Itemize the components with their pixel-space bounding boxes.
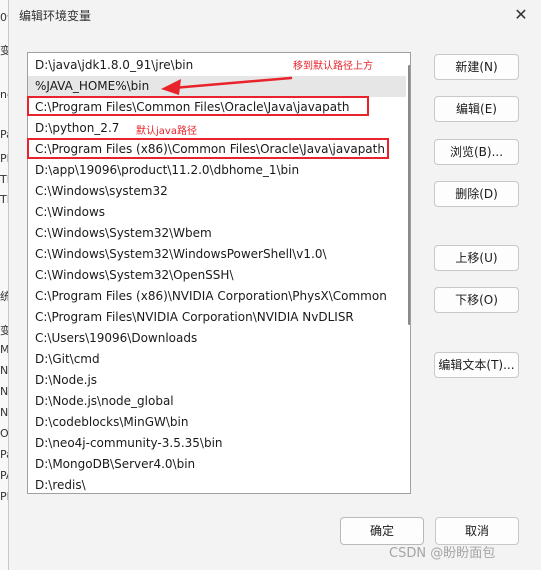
path-list-item[interactable]: D:\redis\ [28,475,406,493]
highlight-box-x86-javapath [27,138,389,159]
path-list-item[interactable]: D:\Node.js [28,370,406,391]
close-icon[interactable]: ✕ [510,4,532,26]
highlight-box-common-files-javapath [27,96,369,116]
edit-environment-variable-dialog: 编辑环境变量 ✕ D:\java\jdk1.8.0_91\jre\bin %JAV… [8,0,541,570]
delete-button[interactable]: 删除(D) [434,181,519,207]
path-list-item[interactable]: C:\Windows\System32\Wbem [28,223,406,244]
dialog-title: 编辑环境变量 [19,9,92,23]
path-list-item[interactable]: C:\Program Files (x86)\NVIDIA Corporatio… [28,286,406,307]
path-list-item[interactable]: D:\Git\cmd [28,349,406,370]
browse-button[interactable]: 浏览(B)... [434,139,519,165]
cancel-button[interactable]: 取消 [435,517,519,545]
title-bar[interactable]: 编辑环境变量 ✕ [9,0,541,30]
annotation-arrow-icon [161,76,293,95]
path-list-item[interactable]: D:\neo4j-community-3.5.35\bin [28,433,406,454]
annotation-default-java: 默认java路径 [136,126,197,137]
new-button[interactable]: 新建(N) [434,54,519,80]
watermark: CSDN @盼盼面包 [389,546,496,561]
scrollbar-thumb[interactable] [408,65,410,325]
list-scrollbar[interactable] [406,53,410,493]
ok-button[interactable]: 确定 [340,517,424,545]
move-up-button[interactable]: 上移(U) [434,245,519,271]
annotation-move-up: 移到默认路径上方 [293,61,373,72]
edit-text-button[interactable]: 编辑文本(T)... [434,352,519,378]
path-list-item[interactable]: D:\app\19096\product\11.2.0\dbhome_1\bin [28,160,406,181]
path-list-item[interactable]: D:\python_2.7 [28,118,406,139]
path-list-item[interactable]: C:\Windows\system32 [28,181,406,202]
path-list-rows: D:\java\jdk1.8.0_91\jre\bin %JAVA_HOME%\b… [28,55,406,493]
path-list-item[interactable]: D:\MongoDB\Server4.0\bin [28,454,406,475]
path-list-item[interactable]: C:\Windows\System32\WindowsPowerShell\v1… [28,244,406,265]
edit-button[interactable]: 编辑(E) [434,96,519,122]
path-list-item[interactable]: C:\Program Files\NVIDIA Corporation\NVID… [28,307,406,328]
path-list-item[interactable]: C:\Users\19096\Downloads [28,328,406,349]
path-list-item[interactable]: C:\Windows\System32\OpenSSH\ [28,265,406,286]
path-list-item[interactable]: C:\Windows [28,202,406,223]
path-list-item[interactable]: D:\Node.js\node_global [28,391,406,412]
move-down-button[interactable]: 下移(O) [434,287,519,313]
path-list-item[interactable]: D:\codeblocks\MinGW\bin [28,412,406,433]
path-list[interactable]: D:\java\jdk1.8.0_91\jre\bin %JAVA_HOME%\b… [27,52,411,494]
